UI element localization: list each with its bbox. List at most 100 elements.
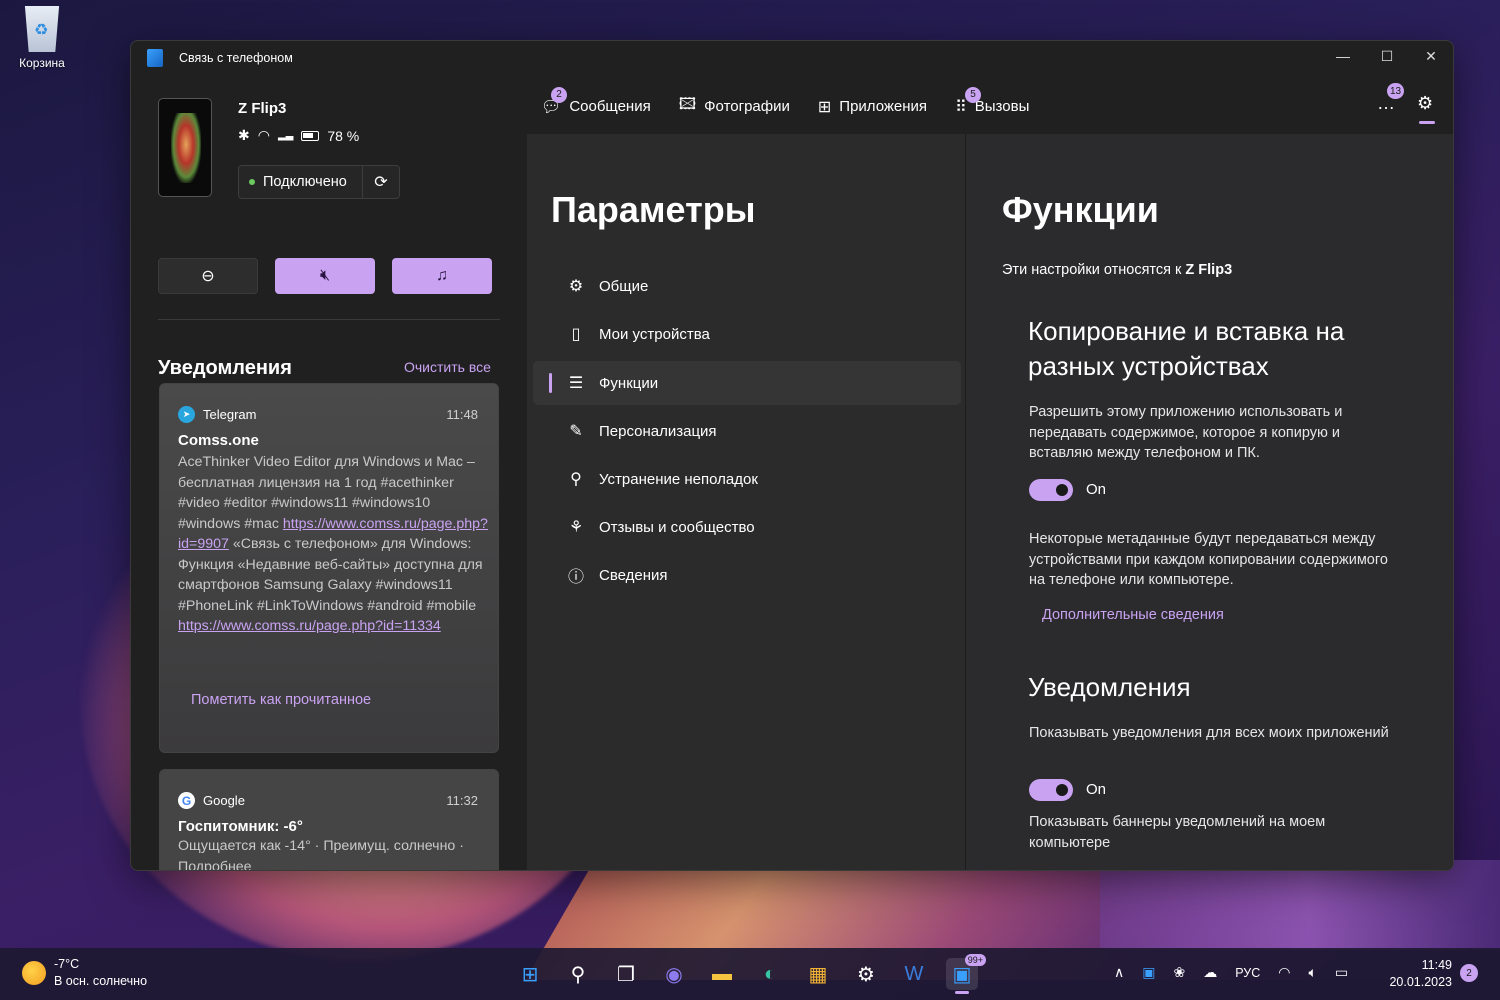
app-logo-icon xyxy=(147,49,163,67)
start-button[interactable]: ⊞ xyxy=(514,958,546,990)
nav-item-general[interactable]: ⚙ Общие xyxy=(533,264,961,308)
word-button[interactable]: W xyxy=(898,958,930,990)
calls-badge: 5 xyxy=(965,86,982,103)
tab-calls-label: Вызовы xyxy=(974,98,1030,115)
copy-paste-description: Разрешить этому приложению использовать … xyxy=(1029,404,1343,461)
notifications-description: Показывать уведомления для всех моих при… xyxy=(1029,725,1389,741)
notification-count-badge[interactable]: 2 xyxy=(1460,964,1478,982)
gear-icon: ⚙ xyxy=(1417,93,1434,113)
tab-messages[interactable]: 💬︎ 2 Сообщения xyxy=(541,86,651,117)
tab-apps[interactable]: ⊞ Приложения xyxy=(818,97,927,117)
music-icon: ♫ xyxy=(436,267,448,284)
word-icon: W xyxy=(904,962,924,985)
minimize-button[interactable]: — xyxy=(1321,41,1365,71)
task-view-icon: ❐ xyxy=(617,963,635,986)
title-bar[interactable]: Связь с телефоном — ☐ ✕ xyxy=(131,41,1453,75)
do-not-disturb-button[interactable]: ⊖ xyxy=(158,258,258,294)
close-button[interactable]: ✕ xyxy=(1409,41,1453,71)
settings-app-button[interactable]: ⚙ xyxy=(850,958,882,990)
explorer-button[interactable]: ▬ xyxy=(706,958,738,990)
notifications-section-heading: Уведомления xyxy=(1028,672,1191,702)
more-button[interactable]: … 13 xyxy=(1377,83,1405,114)
connection-status: Подключено ⟳ xyxy=(238,165,400,199)
connected-dot-icon xyxy=(249,179,255,185)
task-view-button[interactable]: ❐ xyxy=(610,958,642,990)
copy-paste-toggle[interactable] xyxy=(1029,479,1073,501)
recycle-bin[interactable]: ♻ Корзина xyxy=(12,6,72,70)
notifications-heading: Уведомления xyxy=(158,357,292,379)
maximize-button[interactable]: ☐ xyxy=(1365,41,1409,71)
notification-link[interactable]: https://www.comss.ru/page.php?id=11334 xyxy=(178,618,441,634)
window-title: Связь с телефоном xyxy=(179,51,293,65)
chevron-up-icon[interactable]: ∧ xyxy=(1114,964,1124,981)
learn-more-link[interactable]: Дополнительные сведения xyxy=(1042,607,1224,623)
nav-item-label: Устранение неполадок xyxy=(599,470,758,488)
volume-icon[interactable]: 🔈︎ xyxy=(1308,964,1316,981)
clear-all-button[interactable]: Очистить все xyxy=(404,359,491,375)
troubleshoot-icon: ⚲ xyxy=(570,471,582,488)
notifications-toggle[interactable] xyxy=(1029,779,1073,801)
left-panel: Z Flip3 ✱ ◠ ▂▃ 78 % Подключено ⟳ ⊖ 🔇︎ ♫ … xyxy=(131,75,525,870)
photo-icon: 🖾 xyxy=(678,96,697,113)
gear-icon: ⚙ xyxy=(857,963,875,986)
applies-prefix: Эти настройки относятся к xyxy=(1002,262,1186,278)
nav-item-about[interactable]: ⓘ Сведения xyxy=(533,553,961,597)
dialpad-icon: ⠿ xyxy=(955,98,967,116)
apps-icon: ⊞ xyxy=(817,98,832,116)
mute-button[interactable]: 🔇︎ xyxy=(275,258,375,294)
wifi-icon[interactable]: ◠ xyxy=(1278,964,1290,981)
teams-button[interactable]: ◉ xyxy=(658,958,690,990)
sync-button[interactable]: ⟳ xyxy=(363,172,399,192)
settings-nav: Параметры ⚙ Общие ▯ Мои устройства ☰ Функци… xyxy=(527,134,965,870)
gear-icon: ⚙ xyxy=(568,278,584,295)
clock[interactable]: 11:49 20.01.2023 xyxy=(1388,957,1452,991)
wallpaper-ribbon-right xyxy=(1100,860,1500,950)
page-title: Функции xyxy=(1002,189,1159,230)
notifications-toggle-label: On xyxy=(1086,781,1107,798)
settings-area: Параметры ⚙ Общие ▯ Мои устройства ☰ Функци… xyxy=(527,134,1453,870)
settings-button[interactable]: ⚙ xyxy=(1417,93,1436,124)
bluetooth-icon: ✱ xyxy=(238,127,250,143)
battery-level: 78 % xyxy=(327,127,360,144)
cloud-icon[interactable]: ☁ xyxy=(1203,964,1217,981)
tab-calls[interactable]: ⠿ 5 Вызовы xyxy=(955,86,1030,117)
banners-description: Показывать баннеры уведомлений на моем к… xyxy=(1029,814,1326,851)
nav-item-feedback[interactable]: ⚘ Отзывы и сообщество xyxy=(533,505,961,549)
tab-apps-label: Приложения xyxy=(839,98,928,115)
store-button[interactable]: ▦ xyxy=(802,958,834,990)
settings-content: Функции Эти настройки относятся к Z Flip… xyxy=(965,134,1453,870)
nav-item-devices[interactable]: ▯ Мои устройства xyxy=(533,312,961,356)
lotus-icon[interactable]: ❀ xyxy=(1173,964,1185,981)
nav-item-troubleshoot[interactable]: ⚲ Устранение неполадок xyxy=(533,457,961,501)
battery-icon[interactable]: ▭ xyxy=(1335,964,1348,981)
weather-widget[interactable]: -7°C В осн. солнечно xyxy=(22,956,147,990)
system-tray: ∧ ▣ ❀ ☁ РУС ◠ 🔈︎ ▭ xyxy=(1114,964,1348,981)
language-indicator[interactable]: РУС xyxy=(1235,966,1260,980)
store-icon: ▦ xyxy=(808,963,828,986)
search-button[interactable]: ⚲ xyxy=(562,958,594,990)
teams-icon: ◉ xyxy=(665,963,683,986)
mark-as-read-button[interactable]: Пометить как прочитанное xyxy=(191,692,371,708)
phone-link-tray-icon[interactable]: ▣ xyxy=(1142,964,1155,981)
notification-app: Google xyxy=(203,793,245,808)
telegram-icon: ➤ xyxy=(178,406,195,423)
edge-button[interactable]: ◐ xyxy=(754,958,786,990)
copy-paste-note: Некоторые метаданные будут передаваться … xyxy=(1029,531,1388,588)
messages-badge: 2 xyxy=(551,86,567,103)
notification-card[interactable]: ➤ Telegram 11:48 Comss.one AceThinker Vi… xyxy=(159,383,499,753)
nav-item-label: Персонализация xyxy=(599,422,717,440)
tab-photos[interactable]: 🖾 Фотографии xyxy=(679,93,790,120)
edge-icon: ◐ xyxy=(763,962,777,985)
music-button[interactable]: ♫ xyxy=(392,258,492,294)
phone-link-button[interactable]: ▣ 99+ xyxy=(946,954,986,994)
signal-icon: ▂▃ xyxy=(277,130,294,141)
clock-time: 11:49 xyxy=(1421,958,1452,972)
nav-item-features[interactable]: ☰ Функции xyxy=(533,361,961,405)
notification-card[interactable]: G Google 11:32 Госпитомник: -6° Ощущаетс… xyxy=(159,769,499,870)
settings-heading: Параметры xyxy=(551,189,756,230)
weather-desc: В осн. солнечно xyxy=(54,974,148,988)
device-name: Z Flip3 xyxy=(238,100,287,117)
taskbar: -7°C В осн. солнечно ⊞ ⚲ ❐ ◉ ▬ ◐ ▦ ⚙ W ▣… xyxy=(0,948,1500,1000)
nav-item-personalization[interactable]: ✎ Персонализация xyxy=(533,409,961,453)
folder-icon: ▬ xyxy=(712,962,732,985)
